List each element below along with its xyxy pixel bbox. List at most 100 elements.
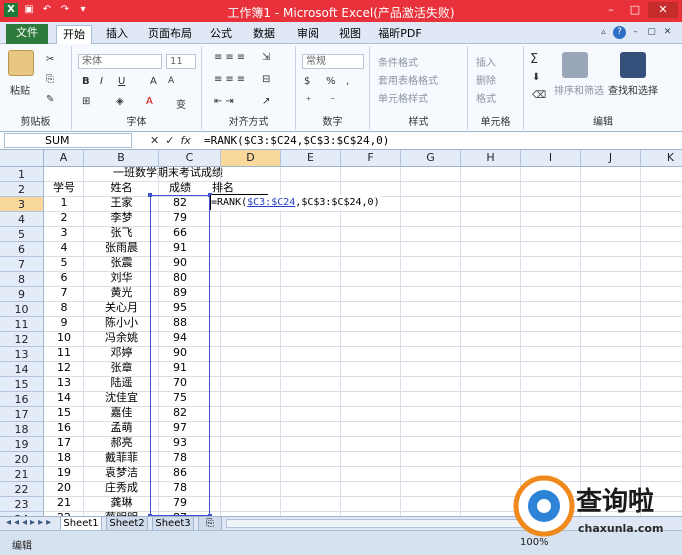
cell-id[interactable]: 15	[44, 405, 84, 420]
sheet-tab-1[interactable]: Sheet1	[60, 517, 102, 531]
cell-name[interactable]: 袁梦洁	[84, 465, 159, 480]
phonetic-button[interactable]: 变	[176, 96, 186, 111]
cell-id[interactable]: 20	[44, 480, 84, 495]
row-header-20[interactable]: 20	[0, 452, 44, 467]
column-header-c[interactable]: C	[159, 150, 221, 167]
cell-name[interactable]: 张震	[84, 255, 159, 270]
editing-formula-cell[interactable]: =RANK($C3:$C24,$C$3:$C$24,0)	[211, 195, 380, 210]
delete-cells-button[interactable]: 删除	[476, 72, 496, 87]
sort-filter-icon[interactable]	[562, 52, 588, 78]
cell-id[interactable]: 8	[44, 300, 84, 315]
vertical-align-icons[interactable]: ≡≡≡	[214, 52, 248, 63]
workbook-close-icon[interactable]: ✕	[661, 26, 674, 39]
cell-id[interactable]: 12	[44, 360, 84, 375]
borders-icon[interactable]: ⊞	[82, 96, 90, 107]
cell-id[interactable]: 16	[44, 420, 84, 435]
cell-name[interactable]: 嘉佳	[84, 405, 159, 420]
conditional-format-button[interactable]: 条件格式	[378, 54, 418, 69]
column-header-f[interactable]: F	[341, 150, 401, 167]
increase-decimal-icon[interactable]: ⁺	[306, 96, 311, 107]
tab-formulas[interactable]: 公式	[204, 25, 238, 44]
row-header-9[interactable]: 9	[0, 287, 44, 302]
tab-view[interactable]: 视图	[332, 25, 368, 44]
column-header-i[interactable]: I	[521, 150, 581, 167]
cell-id[interactable]: 4	[44, 240, 84, 255]
tab-review[interactable]: 审阅	[290, 25, 326, 44]
percent-button[interactable]: %	[326, 76, 336, 87]
cell-id[interactable]: 1	[44, 195, 84, 210]
new-sheet-icon[interactable]: ⎘	[198, 517, 222, 531]
cell-name[interactable]: 庄秀成	[84, 480, 159, 495]
sheet-title-cell[interactable]: 一班数学期末考试成绩	[88, 165, 248, 180]
enter-formula-button[interactable]: ✓	[165, 133, 174, 148]
fill-icon[interactable]: ⬇	[532, 72, 540, 83]
wrap-text-icon[interactable]: ⇲	[262, 52, 270, 63]
cell-id[interactable]: 9	[44, 315, 84, 330]
column-header-e[interactable]: E	[281, 150, 341, 167]
cell-name[interactable]: 沈佳宜	[84, 390, 159, 405]
cell-name[interactable]: 王家	[84, 195, 159, 210]
merge-center-icon[interactable]: ⊟	[262, 74, 270, 85]
header-rank-cell[interactable]: 排名	[212, 180, 268, 195]
row-header-1[interactable]: 1	[0, 167, 44, 182]
tab-file[interactable]: 文件	[6, 24, 48, 44]
autosum-button[interactable]: Σ	[530, 52, 538, 67]
tab-home[interactable]: 开始	[56, 25, 92, 44]
row-header-2[interactable]: 2	[0, 182, 44, 197]
worksheet-grid[interactable]: 一班数学期末考试成绩 学号 姓名 成绩 ABCDEFGHIJK123456789…	[0, 150, 682, 527]
column-header-a[interactable]: A	[44, 150, 84, 167]
cell-id[interactable]: 5	[44, 255, 84, 270]
cell-id[interactable]: 18	[44, 450, 84, 465]
shrink-font-button[interactable]: A	[168, 76, 174, 86]
row-header-8[interactable]: 8	[0, 272, 44, 287]
fill-color-icon[interactable]: ◈	[116, 96, 124, 107]
cell-id[interactable]: 2	[44, 210, 84, 225]
cell-styles-button[interactable]: 单元格样式	[378, 90, 428, 105]
cell-name[interactable]: 张飞	[84, 225, 159, 240]
cut-icon[interactable]: ✂	[46, 54, 54, 65]
row-header-3[interactable]: 3	[0, 197, 44, 212]
cell-id[interactable]: 7	[44, 285, 84, 300]
sheet-tab-3[interactable]: Sheet3	[152, 517, 194, 531]
insert-cells-button[interactable]: 插入	[476, 54, 496, 69]
cell-name[interactable]: 李梦	[84, 210, 159, 225]
cell-name[interactable]: 郝亮	[84, 435, 159, 450]
font-size-combo[interactable]: 11	[166, 54, 196, 69]
formula-input[interactable]: =RANK($C3:$C24,$C$3:$C$24,0)	[204, 133, 389, 148]
column-header-d[interactable]: D	[221, 150, 281, 167]
cell-id[interactable]: 10	[44, 330, 84, 345]
format-cells-button[interactable]: 格式	[476, 90, 496, 105]
row-header-18[interactable]: 18	[0, 422, 44, 437]
column-header-j[interactable]: J	[581, 150, 641, 167]
format-as-table-button[interactable]: 套用表格格式	[378, 72, 438, 87]
format-painter-icon[interactable]: ✎	[46, 94, 54, 105]
range-handle[interactable]	[148, 193, 152, 197]
row-header-4[interactable]: 4	[0, 212, 44, 227]
orientation-icon[interactable]: ↗	[262, 96, 270, 107]
cell-id[interactable]: 21	[44, 495, 84, 510]
cell-id[interactable]: 6	[44, 270, 84, 285]
copy-icon[interactable]: ⎘	[46, 74, 54, 85]
cell-name[interactable]: 黄光	[84, 285, 159, 300]
currency-icon[interactable]: $	[304, 76, 310, 87]
decrease-decimal-icon[interactable]: ⁻	[330, 96, 335, 107]
row-header-7[interactable]: 7	[0, 257, 44, 272]
cancel-formula-button[interactable]: ✕	[150, 133, 159, 148]
close-button[interactable]: ✕	[648, 2, 678, 18]
row-header-6[interactable]: 6	[0, 242, 44, 257]
sheet-tab-2[interactable]: Sheet2	[106, 517, 148, 531]
row-header-14[interactable]: 14	[0, 362, 44, 377]
tab-data[interactable]: 数据	[246, 25, 282, 44]
cell-name[interactable]: 陈小小	[84, 315, 159, 330]
horizontal-align-icons[interactable]: ≡≡≡	[214, 74, 248, 85]
column-header-h[interactable]: H	[461, 150, 521, 167]
cell-name[interactable]: 刘华	[84, 270, 159, 285]
column-header-g[interactable]: G	[401, 150, 461, 167]
tab-page-layout[interactable]: 页面布局	[142, 25, 198, 44]
cell-name[interactable]: 龚琳	[84, 495, 159, 510]
underline-button[interactable]: U	[118, 76, 125, 87]
row-header-11[interactable]: 11	[0, 317, 44, 332]
comma-button[interactable]: ,	[346, 76, 349, 87]
tab-insert[interactable]: 插入	[100, 25, 134, 44]
insert-function-button[interactable]: fx	[180, 133, 190, 148]
